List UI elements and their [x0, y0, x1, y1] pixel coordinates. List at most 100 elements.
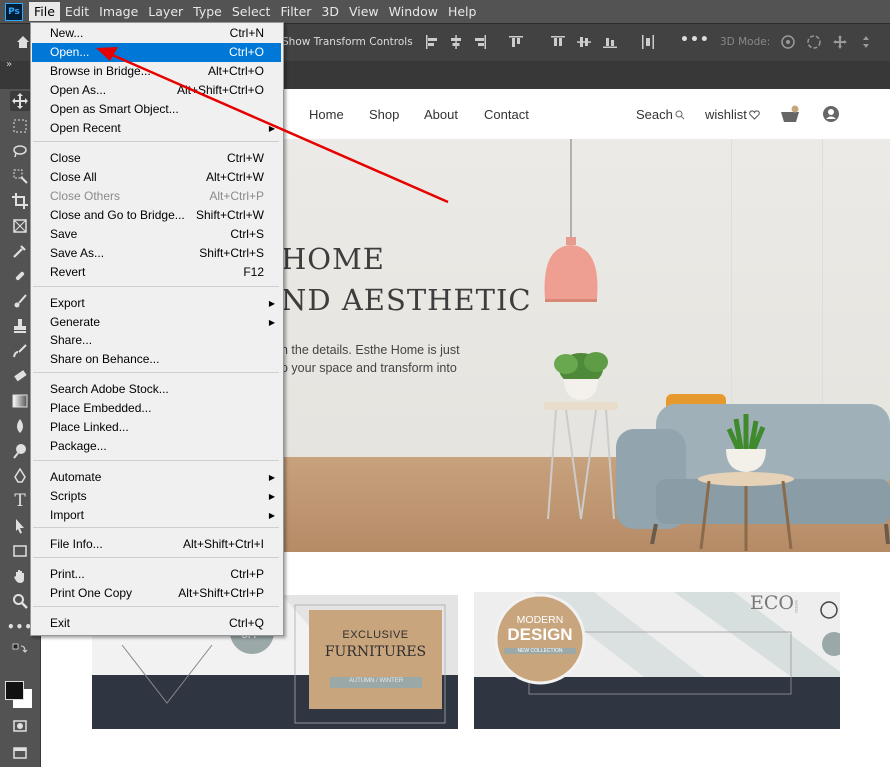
menu-layer[interactable]: Layer: [143, 2, 188, 21]
menu-help[interactable]: Help: [443, 2, 482, 21]
hand-tool-icon[interactable]: [10, 566, 30, 586]
file-menu-item-automate[interactable]: Automate ▶: [32, 468, 281, 487]
history-brush-tool-icon[interactable]: [10, 341, 30, 361]
file-menu-item-new[interactable]: New... Ctrl+N: [32, 24, 281, 43]
menu-filter[interactable]: Filter: [275, 2, 316, 21]
site-nav-about[interactable]: About: [424, 107, 458, 122]
home-icon[interactable]: [16, 35, 30, 49]
site-nav-contact[interactable]: Contact: [484, 107, 529, 122]
menu-item-shortcut: Ctrl+S: [230, 227, 264, 241]
cart-icon[interactable]: [780, 105, 800, 123]
3d-pan-icon[interactable]: [832, 34, 848, 50]
file-menu-item-revert[interactable]: Revert F12: [32, 263, 281, 282]
dodge-tool-icon[interactable]: [10, 441, 30, 461]
file-menu-item-open-as[interactable]: Open As... Alt+Shift+Ctrl+O: [32, 81, 281, 100]
file-menu-item-save[interactable]: Save Ctrl+S: [32, 225, 281, 244]
site-nav-home[interactable]: Home: [309, 107, 344, 122]
clone-stamp-tool-icon[interactable]: [10, 316, 30, 336]
pen-tool-icon[interactable]: [10, 466, 30, 486]
blur-tool-icon[interactable]: [10, 416, 30, 436]
file-menu-item-print-one-copy[interactable]: Print One Copy Alt+Shift+Ctrl+P: [32, 584, 281, 603]
site-nav-shop[interactable]: Shop: [369, 107, 399, 122]
file-menu-item-open-as-smart-object[interactable]: Open as Smart Object...: [32, 100, 281, 119]
align-left-icon[interactable]: [424, 34, 440, 50]
rectangle-tool-icon[interactable]: [10, 541, 30, 561]
lasso-tool-icon[interactable]: [10, 141, 30, 161]
menu-item-label: Close All: [50, 170, 97, 184]
more-options-icon[interactable]: •••: [680, 32, 710, 48]
file-menu-item-exit[interactable]: Exit Ctrl+Q: [32, 614, 281, 633]
menu-select[interactable]: Select: [227, 2, 276, 21]
3d-slide-icon[interactable]: [858, 34, 874, 50]
file-menu-item-open-recent[interactable]: Open Recent ▶: [32, 119, 281, 138]
site-search-icon[interactable]: [675, 110, 685, 120]
3d-orbit-icon[interactable]: [780, 34, 796, 50]
move-tool-icon[interactable]: [10, 91, 30, 111]
file-menu-item-scripts[interactable]: Scripts ▶: [32, 487, 281, 506]
brush-tool-icon[interactable]: [10, 291, 30, 311]
menu-item-shortcut: Alt+Ctrl+P: [209, 189, 264, 203]
crop-tool-icon[interactable]: [10, 191, 30, 211]
file-menu-item-close[interactable]: Close Ctrl+W: [32, 149, 281, 168]
eyedropper-tool-icon[interactable]: [10, 241, 30, 261]
menu-view[interactable]: View: [344, 2, 384, 21]
menu-file[interactable]: File: [29, 2, 60, 21]
site-search-label[interactable]: Seach: [636, 107, 673, 122]
distribute-spacing-icon[interactable]: [640, 34, 656, 50]
file-menu-item-export[interactable]: Export ▶: [32, 294, 281, 313]
file-menu-item-print[interactable]: Print... Ctrl+P: [32, 565, 281, 584]
distribute-top-icon[interactable]: [550, 34, 566, 50]
file-menu-item-share-on-behance[interactable]: Share on Behance...: [32, 350, 281, 369]
menu-separator: [33, 286, 279, 287]
file-menu-item-search-adobe-stock[interactable]: Search Adobe Stock...: [32, 380, 281, 399]
quick-mask-icon[interactable]: [10, 716, 30, 736]
menu-item-label: Close and Go to Bridge...: [50, 208, 185, 222]
path-selection-tool-icon[interactable]: [10, 516, 30, 536]
file-menu-item-open[interactable]: Open... Ctrl+O: [32, 43, 281, 62]
menu-edit[interactable]: Edit: [60, 2, 94, 21]
healing-brush-tool-icon[interactable]: [10, 266, 30, 286]
3d-roll-icon[interactable]: [806, 34, 822, 50]
eraser-tool-icon[interactable]: [10, 366, 30, 386]
menu-item-label: File Info...: [50, 537, 103, 551]
gradient-tool-icon[interactable]: [10, 391, 30, 411]
file-menu-item-generate[interactable]: Generate ▶: [32, 313, 281, 332]
file-menu-item-browse-in-bridge[interactable]: Browse in Bridge... Alt+Ctrl+O: [32, 62, 281, 81]
site-wishlist-label[interactable]: wishlist: [705, 107, 747, 122]
align-right-icon[interactable]: [472, 34, 488, 50]
align-top-icon[interactable]: [508, 34, 524, 50]
file-menu-item-file-info[interactable]: File Info... Alt+Shift+Ctrl+I: [32, 535, 281, 554]
show-transform-controls-label[interactable]: Show Transform Controls: [282, 36, 413, 48]
type-tool-icon[interactable]: T: [10, 491, 30, 511]
menu-window[interactable]: Window: [384, 2, 443, 21]
file-menu-item-share[interactable]: Share...: [32, 331, 281, 350]
collapse-panel-icon[interactable]: »: [6, 59, 12, 70]
edit-toolbar-icon[interactable]: •••: [7, 617, 32, 637]
foreground-color-swatch[interactable]: [5, 681, 24, 700]
menu-3d[interactable]: 3D: [316, 2, 344, 21]
marquee-tool-icon[interactable]: [10, 116, 30, 136]
file-menu-item-close-all[interactable]: Close All Alt+Ctrl+W: [32, 168, 281, 187]
align-center-icon[interactable]: [448, 34, 464, 50]
menu-image[interactable]: Image: [94, 2, 143, 21]
promo1-title: EXCLUSIVE: [342, 629, 409, 641]
frame-tool-icon[interactable]: [10, 216, 30, 236]
screen-mode-icon[interactable]: [10, 743, 30, 763]
file-menu-item-place-linked[interactable]: Place Linked...: [32, 418, 281, 437]
promo-card-modern-design[interactable]: MODERN DESIGN NEW COLLECTION ECO WOOD: [474, 592, 840, 729]
file-menu-item-close-and-go-to-bridge[interactable]: Close and Go to Bridge... Shift+Ctrl+W: [32, 206, 281, 225]
distribute-middle-icon[interactable]: [576, 34, 592, 50]
menu-type[interactable]: Type: [188, 2, 227, 21]
menu-item-label: Close: [50, 151, 81, 165]
swap-colors-icon[interactable]: [10, 640, 30, 660]
file-menu-item-package[interactable]: Package...: [32, 437, 281, 456]
zoom-tool-icon[interactable]: [10, 591, 30, 611]
distribute-bottom-icon[interactable]: [602, 34, 618, 50]
heart-icon[interactable]: [749, 110, 760, 120]
menu-item-label: Open as Smart Object...: [50, 102, 179, 116]
user-account-icon[interactable]: [823, 106, 839, 122]
quick-selection-tool-icon[interactable]: [10, 166, 30, 186]
file-menu-item-save-as[interactable]: Save As... Shift+Ctrl+S: [32, 244, 281, 263]
file-menu-item-place-embedded[interactable]: Place Embedded...: [32, 399, 281, 418]
file-menu-item-import[interactable]: Import ▶: [32, 506, 281, 525]
